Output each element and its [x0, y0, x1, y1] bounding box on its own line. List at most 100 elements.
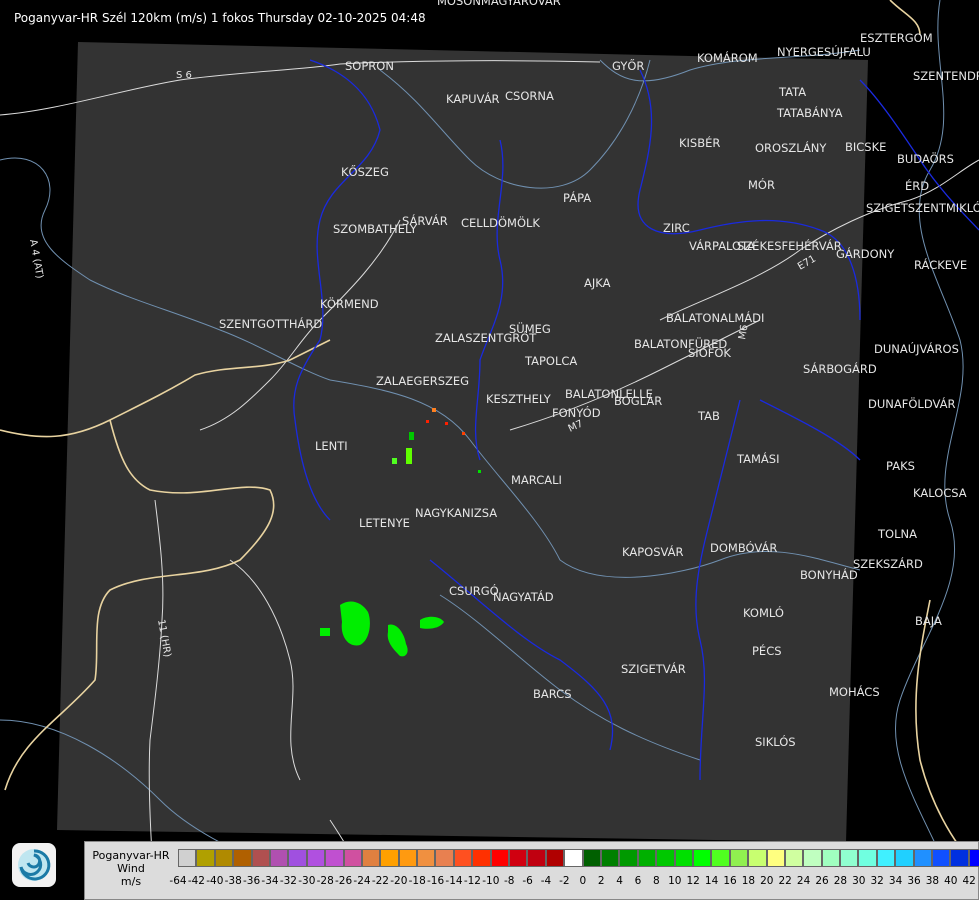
legend-swatch: [269, 849, 289, 867]
legend-swatch: [251, 849, 270, 867]
legend-tick-label: 16: [723, 875, 737, 887]
legend: Poganyvar-HR Wind m/s -64 -42 -40 -38 -36 -34…: [84, 841, 979, 900]
city-label: PÁPA: [563, 190, 591, 205]
legend-source: Poganyvar-HR: [92, 849, 170, 862]
city-label: LETENYE: [359, 516, 410, 530]
city-label: ESZTERGOM: [860, 31, 933, 45]
legend-tick-label: -6: [522, 875, 533, 887]
city-label: DUNAFÖLDVÁR: [868, 395, 955, 411]
city-label: GYŐR: [612, 58, 644, 73]
legend-quantity: Wind: [117, 862, 145, 875]
legend-swatch: [343, 849, 362, 867]
city-label: CELLDÖMÖLK: [461, 214, 540, 230]
legend-ticks: -64 -42 -40 -38 -36 -34 -32 -30 -28 -26 -24 -22 -20-…: [169, 875, 978, 889]
legend-swatch: [564, 849, 583, 867]
page-title: Poganyvar-HR Szél 120km (m/s) 1 fokos Th…: [14, 11, 426, 25]
city-label: BUDAÖRS: [897, 150, 954, 166]
city-label: NAGYATÁD: [493, 589, 554, 604]
legend-tick-label: -24: [353, 875, 371, 887]
legend-unit: m/s: [120, 875, 142, 888]
city-label: SZIGETSZENTMIKLÓS: [866, 200, 979, 215]
legend-swatch: [784, 849, 804, 867]
legend-tick-label: 40: [944, 875, 958, 887]
legend-title: Poganyvar-HR Wind m/s: [85, 842, 177, 899]
legend-swatch: [637, 849, 657, 867]
legend-tick-label: -34: [261, 875, 279, 887]
legend-swatch: [748, 849, 767, 867]
city-label: TATA: [778, 85, 806, 99]
city-label: KŐSZEG: [341, 164, 389, 179]
city-label: NYERGESÚJFALU: [777, 44, 871, 59]
radar-coverage-area: [57, 42, 868, 842]
city-label: KAPUVÁR: [446, 91, 500, 106]
city-label: TOLNA: [877, 527, 917, 541]
legend-tick-label: 6: [634, 875, 642, 887]
city-label: SÁRVÁR: [402, 213, 448, 228]
legend-swatch: [509, 849, 528, 867]
city-label: TAB: [697, 409, 720, 423]
legend-tick-label: -2: [559, 875, 570, 887]
city-label: SZEKSZÁRD: [853, 556, 923, 571]
city-label: RÁCKEVE: [914, 257, 967, 272]
legend-tick-label: 10: [668, 875, 682, 887]
legend-tick-label: 30: [852, 875, 866, 887]
legend-tick-label: 12: [686, 875, 700, 887]
legend-tick-label: -10: [482, 875, 500, 887]
legend-tick-label: -30: [298, 875, 316, 887]
legend-tick-label: -36: [243, 875, 261, 887]
city-label: OROSZLÁNY: [755, 140, 827, 155]
city-label: DOMBÓVÁR: [710, 540, 777, 555]
legend-swatch: [858, 849, 877, 867]
legend-tick-label: -20: [390, 875, 408, 887]
legend-swatch: [233, 849, 252, 867]
legend-swatch: [527, 849, 546, 867]
legend-swatch: [214, 849, 234, 867]
legend-tick-label: 28: [833, 875, 848, 887]
city-label: MOSONMAGYARÓVÁR: [437, 0, 561, 8]
legend-tick-label: -28: [316, 875, 334, 887]
city-label: ZIRC: [663, 221, 690, 235]
city-label: BALATONALMÁDI: [666, 310, 764, 325]
legend-swatch: [545, 849, 565, 867]
city-label: CSURGÓ: [449, 583, 499, 598]
legend-tick-label: -40: [206, 875, 224, 887]
city-label: KÖRMEND: [320, 295, 379, 311]
legend-swatch: [288, 849, 307, 867]
city-label: FONYÓD: [552, 405, 601, 420]
city-label: SZENTENDRE: [913, 69, 979, 83]
legend-swatch: [840, 849, 859, 867]
legend-swatch: [711, 849, 730, 867]
legend-swatch: [766, 849, 785, 867]
legend-tick-label: 38: [925, 875, 940, 887]
legend-swatch: [895, 849, 914, 867]
city-label: BONYHÁD: [800, 567, 858, 582]
legend-tick-label: 4: [616, 875, 623, 887]
city-label: PÉCS: [752, 643, 782, 658]
legend-tick-label: 20: [760, 875, 774, 887]
legend-tick-label: 2: [597, 875, 605, 887]
city-label: BARCS: [533, 687, 572, 701]
city-label: CSORNA: [505, 89, 554, 103]
legend-swatch: [306, 849, 326, 867]
city-label: BOGLÁR: [614, 393, 662, 408]
city-label: NAGYKANIZSA: [415, 506, 497, 520]
city-label: DUNAÚJVÁROS: [874, 341, 959, 356]
legend-swatch: [453, 849, 473, 867]
city-label: KAPOSVÁR: [622, 544, 683, 559]
legend-swatch: [876, 849, 896, 867]
city-label: GÁRDONY: [836, 246, 895, 261]
legend-tick-label: -32: [279, 875, 297, 887]
legend-swatch: [692, 849, 712, 867]
legend-swatch: [913, 849, 933, 867]
city-label: ÉRD: [905, 178, 929, 193]
city-label: TAPOLCA: [524, 354, 577, 368]
legend-tick-label: -8: [503, 875, 515, 887]
legend-swatch: [582, 849, 601, 867]
city-label: SOPRON: [345, 59, 394, 73]
radar-logo-icon: [12, 843, 56, 887]
radar-map: S 6 A 4 (AT) E71 M7 M6 11 (HR) MOSONMAGY…: [0, 0, 979, 900]
city-label: BAJA: [915, 614, 942, 628]
legend-tick-label: -38: [224, 875, 242, 887]
legend-tick-label: -16: [427, 875, 445, 887]
city-label: MÓR: [748, 177, 775, 192]
